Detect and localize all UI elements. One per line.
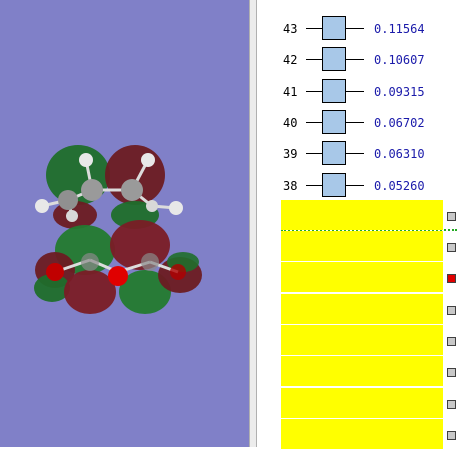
oxygen-atom xyxy=(170,264,186,280)
orbital-energy: 0.05260 xyxy=(374,179,425,193)
orbital-row-highlight xyxy=(281,294,443,324)
level-line-left xyxy=(306,122,322,123)
carbon-atom xyxy=(58,190,78,210)
level-line-left xyxy=(306,153,322,154)
hydrogen-atom xyxy=(169,201,183,215)
orbital-energy: 0.10607 xyxy=(374,53,425,67)
orbital-energy: 0.06702 xyxy=(374,116,425,130)
unoccupied-orbital-box[interactable] xyxy=(322,79,346,103)
unoccupied-orbital-box[interactable] xyxy=(322,173,346,197)
hydrogen-atom xyxy=(79,153,93,167)
carbon-atom xyxy=(81,253,99,271)
orbital-row[interactable]: 39 0.06310 xyxy=(257,138,469,169)
carbon-atom xyxy=(81,179,103,201)
orbital-number: 43 xyxy=(283,22,298,36)
orbital-energy: 0.06310 xyxy=(374,147,425,161)
orbital-lobe-red xyxy=(110,220,170,270)
orbital-energy: 0.09315 xyxy=(374,85,425,99)
square-indicator-icon[interactable] xyxy=(447,337,456,346)
orbital-energy-list: 43 0.11564 42 0.10607 41 0.09315 40 0.06702 39 0.… xyxy=(257,0,469,449)
orbital-row[interactable]: 40 0.06702 xyxy=(257,107,469,138)
orbital-number: 42 xyxy=(283,53,298,67)
orbital-row[interactable]: 41 0.09315 xyxy=(257,76,469,107)
orbital-row-highlight xyxy=(281,262,443,292)
unoccupied-orbital-box[interactable] xyxy=(322,110,346,134)
molecule-viewport[interactable] xyxy=(0,0,249,447)
orbital-row-highlight xyxy=(281,231,443,261)
orbital-row-highlight xyxy=(281,200,443,230)
level-line-right xyxy=(346,91,364,92)
level-line-left xyxy=(306,185,322,186)
orbital-row-partial[interactable] xyxy=(257,0,469,4)
orbital-row[interactable]: 42 0.10607 xyxy=(257,44,469,75)
square-indicator-icon[interactable] xyxy=(447,368,456,377)
unoccupied-orbital-box[interactable] xyxy=(322,47,346,71)
level-line-left xyxy=(306,91,322,92)
unoccupied-orbital-box[interactable] xyxy=(322,141,346,165)
orbital-number: 40 xyxy=(283,116,298,130)
carbon-atom xyxy=(141,253,159,271)
hydrogen-atom xyxy=(146,200,158,212)
level-line-right xyxy=(346,122,364,123)
level-line-right xyxy=(346,28,364,29)
carbon-atom xyxy=(121,179,143,201)
orbital-row-highlight xyxy=(281,388,443,418)
unoccupied-orbital-box[interactable] xyxy=(322,16,346,40)
orbital-number: 38 xyxy=(283,179,298,193)
orbital-row-highlight xyxy=(281,325,443,355)
level-line-right xyxy=(346,59,364,60)
level-line-left xyxy=(306,59,322,60)
orbital-number: 39 xyxy=(283,147,298,161)
square-indicator-icon[interactable] xyxy=(447,212,456,221)
orbital-row[interactable]: 43 0.11564 xyxy=(257,13,469,44)
square-indicator-icon[interactable] xyxy=(447,243,456,252)
level-line-right xyxy=(346,185,364,186)
hydrogen-atom xyxy=(141,153,155,167)
square-indicator-icon[interactable] xyxy=(447,274,456,283)
oxygen-atom xyxy=(46,263,64,281)
hydrogen-atom xyxy=(66,210,78,222)
square-indicator-icon[interactable] xyxy=(447,431,456,440)
panel-splitter[interactable] xyxy=(249,0,257,447)
square-indicator-icon[interactable] xyxy=(447,400,456,409)
orbital-row[interactable]: 38 0.05260 xyxy=(257,170,469,201)
level-line-right xyxy=(346,153,364,154)
level-line-left xyxy=(306,28,322,29)
orbital-number: 41 xyxy=(283,85,298,99)
oxygen-atom xyxy=(108,266,128,286)
orbital-energy: 0.11564 xyxy=(374,22,425,36)
hydrogen-atom xyxy=(35,199,49,213)
orbital-row-highlight xyxy=(281,419,443,449)
molecule-render[interactable] xyxy=(0,0,249,447)
square-indicator-icon[interactable] xyxy=(447,306,456,315)
orbital-row-highlight xyxy=(281,356,443,386)
